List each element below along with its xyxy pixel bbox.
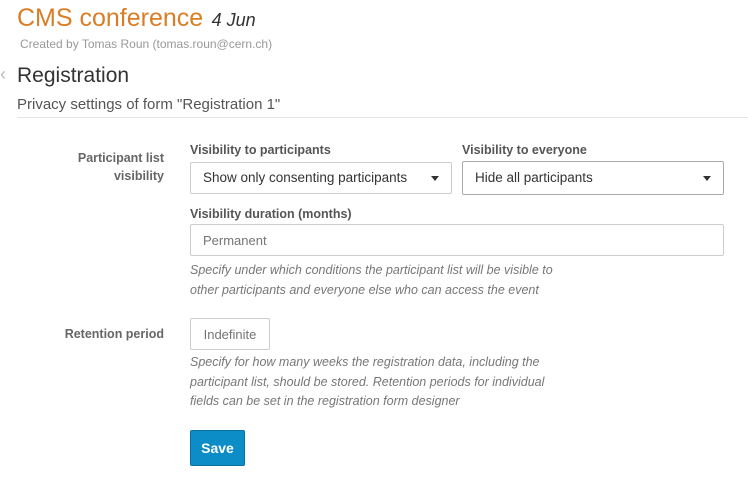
visibility-everyone-select[interactable]: Hide all participants bbox=[462, 161, 724, 195]
title-divider bbox=[17, 117, 748, 118]
retention-period-label: Retention period bbox=[64, 327, 164, 341]
retention-help-line2: participant list, should be stored. Rete… bbox=[190, 374, 545, 389]
participant-list-visibility-label: Participant list visibility bbox=[40, 149, 164, 185]
visibility-participants-label: Visibility to participants bbox=[190, 143, 331, 157]
chevron-down-icon bbox=[431, 176, 439, 181]
participant-list-help-line1: Specify under which conditions the parti… bbox=[190, 263, 553, 277]
retention-help-line3: fields can be set in the registration fo… bbox=[190, 394, 460, 408]
participant-list-label-line1: Participant list bbox=[77, 151, 164, 165]
participant-list-help-line2: other participants and everyone else who… bbox=[190, 282, 539, 297]
visibility-duration-input[interactable] bbox=[190, 224, 724, 256]
visibility-everyone-value: Hide all participants bbox=[475, 170, 593, 185]
page-title: Registration bbox=[17, 64, 130, 87]
event-date: 4 Jun bbox=[211, 10, 256, 30]
visibility-participants-value: Show only consenting participants bbox=[203, 170, 408, 185]
retention-period-input[interactable] bbox=[190, 318, 270, 350]
visibility-participants-select[interactable]: Show only consenting participants bbox=[190, 162, 452, 194]
retention-help-line1: Specify for how many weeks the registrat… bbox=[190, 355, 540, 369]
back-arrow-icon[interactable]: ‹ bbox=[0, 65, 12, 83]
created-by: Created by Tomas Roun (tomas.roun@cern.c… bbox=[20, 37, 273, 51]
save-button[interactable]: Save bbox=[190, 430, 245, 466]
visibility-everyone-label: Visibility to everyone bbox=[462, 143, 587, 157]
participant-list-help: Specify under which conditions the parti… bbox=[190, 261, 590, 300]
participant-list-label-line2: visibility bbox=[113, 169, 164, 183]
retention-help: Specify for how many weeks the registrat… bbox=[190, 353, 590, 412]
event-name[interactable]: CMS conference bbox=[17, 4, 203, 32]
event-title: CMS conference 4 Jun bbox=[17, 4, 256, 33]
visibility-duration-label: Visibility duration (months) bbox=[190, 207, 352, 221]
chevron-down-icon bbox=[703, 176, 711, 181]
page-subtitle: Privacy settings of form "Registration 1… bbox=[17, 96, 281, 113]
